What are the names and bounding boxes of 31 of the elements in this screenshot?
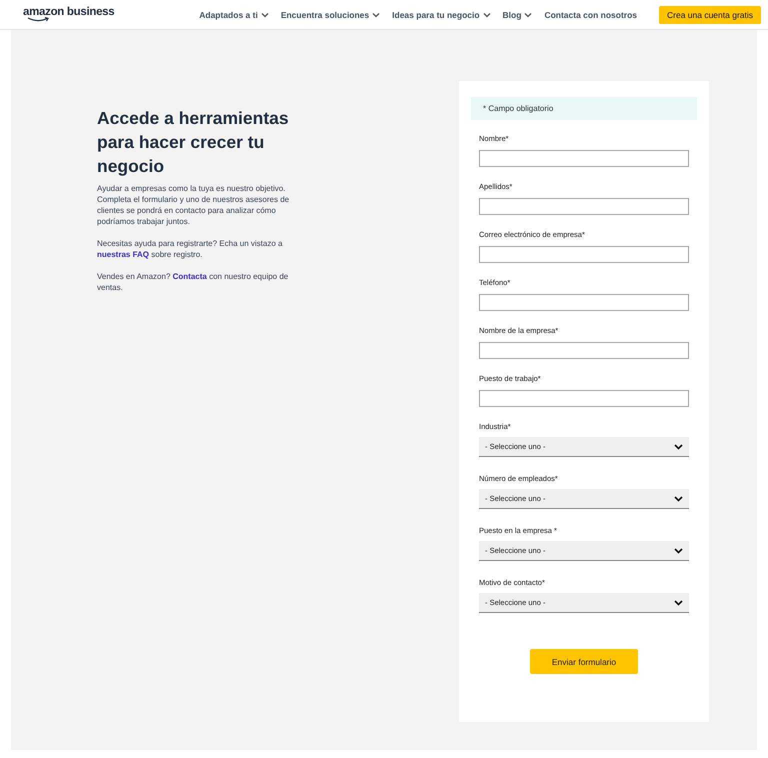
nav-link[interactable]: Adaptados a ti — [199, 10, 269, 20]
logo[interactable]: amazon business — [23, 6, 114, 22]
chevron-icon — [482, 12, 491, 18]
nav-link[interactable]: Contacta con nosotros — [544, 10, 637, 20]
input-field[interactable] — [479, 390, 689, 407]
chevron-icon — [372, 12, 380, 18]
input-field[interactable] — [479, 294, 689, 311]
input-field[interactable] — [479, 198, 689, 215]
chevron-icon — [674, 496, 683, 502]
input-field[interactable] — [479, 150, 689, 167]
text-link[interactable]: nuestras FAQ — [97, 250, 150, 259]
input-field[interactable] — [479, 246, 689, 263]
nav-link[interactable]: Blog — [502, 10, 532, 20]
intro-paragraph: Ayudar a empresas como la tuya es nuestro objetivo. Completa el formulario y uno de nuestros asesores de clientes se pondrá en contacto para analizar cómo podríamos trabajar juntos. — [97, 183, 290, 227]
nav-link[interactable]: Encuentra soluciones — [280, 10, 380, 20]
chevron-icon — [674, 444, 683, 450]
page-heading: Accede a herramientas para hacer crecer tu negocio — [97, 107, 290, 178]
signup-button[interactable]: Crea una cuenta gratis — [659, 6, 761, 24]
smile-icon — [27, 17, 49, 22]
nav-link[interactable]: Ideas para tu negocio — [392, 10, 491, 20]
chevron-icon — [260, 12, 269, 18]
text-link[interactable]: Contacta — [172, 272, 207, 281]
logo-text: amazon business — [23, 6, 114, 18]
chevron-icon — [674, 600, 683, 606]
chevron-icon — [674, 548, 683, 554]
input-field[interactable] — [479, 342, 689, 359]
required-notice: * Campo obligatorio — [471, 97, 697, 120]
chevron-icon — [524, 12, 532, 18]
intro-paragraph: Necesitas ayuda para registrarte? Echa un vistazo a nuestras FAQ sobre registro. — [97, 238, 284, 260]
intro-paragraph: Vendes en Amazon? Contacta con nuestro equipo de ventas. — [97, 271, 290, 293]
submit-button[interactable]: Enviar formulario — [530, 649, 638, 674]
